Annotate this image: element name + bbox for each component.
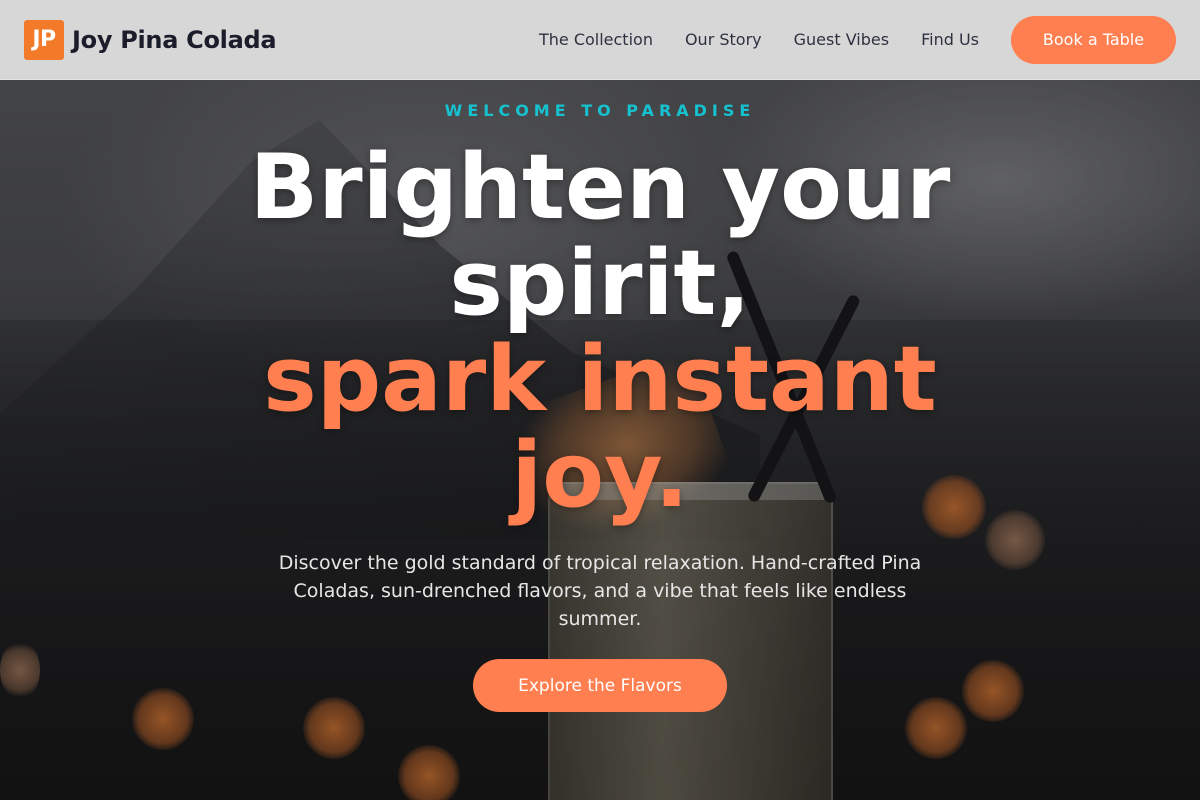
nav-link-find-us[interactable]: Find Us [921,30,979,49]
nav-link-guest-vibes[interactable]: Guest Vibes [794,30,889,49]
hero-headline: Brighten your spirit, spark instant joy. [200,140,1000,524]
nav-link-the-collection[interactable]: The Collection [539,30,653,49]
headline-line-1: Brighten your spirit, [249,135,951,336]
hero-eyebrow: WELCOME TO PARADISE [444,101,756,120]
navbar: JP Joy Pina Colada The Collection Our St… [0,0,1200,80]
nav-right: The Collection Our Story Guest Vibes Fin… [539,15,1176,64]
brand-logo: JP [24,19,64,60]
explore-flavors-button[interactable]: Explore the Flavors [473,659,727,712]
headline-accent: spark instant joy. [263,327,937,528]
book-a-table-button[interactable]: Book a Table [1011,15,1176,64]
nav-link-our-story[interactable]: Our Story [685,30,762,49]
hero-subtext: Discover the gold standard of tropical r… [278,552,922,630]
brand-home-link[interactable]: JP Joy Pina Colada [24,19,277,60]
hero-section: WELCOME TO PARADISE Brighten your spirit… [0,80,1200,800]
brand-name: Joy Pina Colada [72,25,277,54]
nav-links: The Collection Our Story Guest Vibes Fin… [539,30,979,49]
